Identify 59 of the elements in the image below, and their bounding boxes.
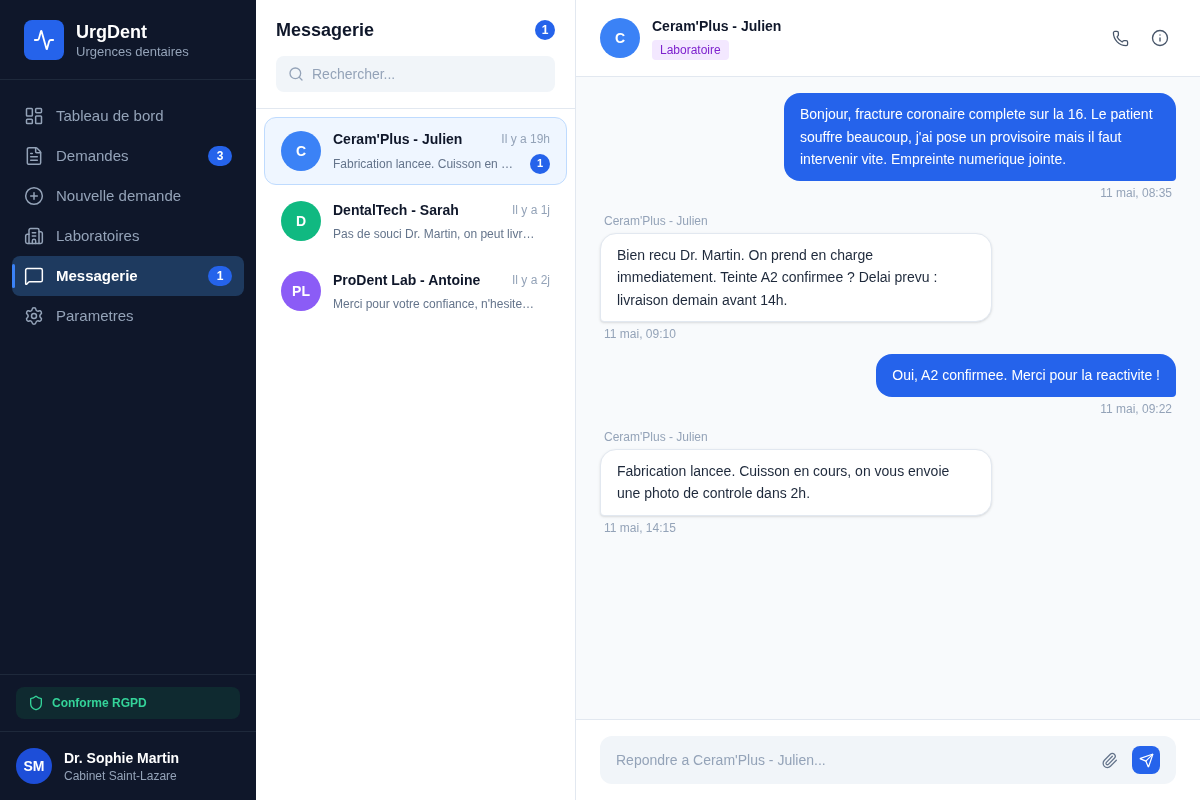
- received-message-bubble: Bien recu Dr. Martin. On prend en charge immediatement. Teinte A2 confirmee ? Delai prevu : livraison demain avant 14h.: [600, 232, 992, 322]
- brand-tagline: Urgences dentaires: [76, 43, 189, 60]
- compliance-label: Conforme RGPD: [52, 695, 147, 712]
- panel-title: Messagerie: [276, 18, 375, 42]
- message-preview: Merci pour votre confiance, n'hesite…: [333, 295, 535, 313]
- user-practice: Cabinet Saint-Lazare: [64, 768, 178, 784]
- settings-icon: [24, 306, 44, 326]
- sent-message-bubble: Oui, A2 confirmee. Merci pour la reactivite !: [876, 354, 1176, 397]
- phone-icon: [1111, 29, 1129, 47]
- paperclip-icon: [1100, 751, 1118, 769]
- sender-name: Ceram'Plus - Julien: [603, 428, 709, 445]
- unread-badge: 1: [530, 153, 550, 174]
- nav-item[interactable]: Demandes 3: [12, 136, 244, 176]
- contact-name: ProDent Lab - Antoine: [333, 270, 481, 290]
- received-message-bubble: Fabrication lancee. Cuisson en cours, on vous envoie une photo de controle dans 2h.: [600, 448, 992, 516]
- chat-bubble-icon: [24, 266, 44, 286]
- document-icon: [24, 146, 44, 166]
- conversation-time: Il y a 19h: [501, 131, 550, 148]
- user-avatar: SM: [16, 748, 52, 784]
- user-name: Dr. Sophie Martin: [64, 749, 180, 768]
- conversation-time: Il y a 1j: [512, 202, 550, 219]
- nav-item[interactable]: Parametres: [12, 296, 244, 336]
- contact-avatar: PL: [281, 271, 321, 311]
- brand-name: UrgDent: [76, 20, 148, 44]
- pulse-logo-icon: [24, 19, 64, 60]
- shield-icon: [28, 695, 44, 711]
- contact-name: Ceram'Plus - Julien: [333, 129, 463, 149]
- contact-avatar: C: [600, 18, 640, 58]
- message-time: 11 mai, 08:35: [1099, 184, 1173, 201]
- plus-circle-icon: [24, 186, 44, 206]
- conversation-time: Il y a 2j: [512, 272, 550, 289]
- message-preview: Fabrication lancee. Cuisson en …: [333, 155, 514, 173]
- count-badge: 3: [208, 146, 232, 166]
- paper-plane-icon: [1138, 752, 1154, 768]
- nav-item[interactable]: Messagerie 1: [12, 256, 244, 296]
- sender-name: Ceram'Plus - Julien: [603, 212, 709, 229]
- contact-avatar: D: [281, 201, 321, 241]
- nav-item[interactable]: Tableau de bord: [12, 96, 244, 136]
- grid-icon: [24, 106, 44, 126]
- info-icon: [1151, 29, 1169, 47]
- message-time: 11 mai, 14:15: [603, 519, 677, 536]
- message-time: 11 mai, 09:10: [603, 326, 677, 342]
- nav-item[interactable]: Nouvelle demande: [12, 176, 244, 216]
- nav-item[interactable]: Laboratoires: [12, 216, 244, 256]
- contact-name: DentalTech - Sarah: [333, 200, 459, 220]
- conversation-item[interactable]: C Ceram'Plus - Julien Il y a 19h Fabrication lancee. Cuisson en … 1: [264, 117, 567, 185]
- search-icon: [288, 66, 304, 82]
- contact-name: Ceram'Plus - Julien: [652, 17, 782, 36]
- building-icon: [24, 226, 44, 246]
- message-time: 11 mai, 09:22: [1099, 400, 1173, 417]
- message-preview: Pas de souci Dr. Martin, on peut livr…: [333, 225, 535, 243]
- unread-badge: 1: [535, 20, 555, 40]
- contact-tag: Laboratoire: [652, 40, 729, 60]
- sent-message-bubble: Bonjour, fracture coronaire complete sur la 16. Le patient souffre beaucoup, j'ai pose un provisoire mais il faut intervenir vite. Empreinte numerique jointe.: [784, 93, 1176, 181]
- search-field[interactable]: Rechercher...: [276, 56, 555, 92]
- message-input[interactable]: Repondre a Ceram'Plus - Julien...: [600, 736, 1176, 784]
- contact-avatar: C: [281, 131, 321, 171]
- count-badge: 1: [208, 266, 232, 286]
- send-button[interactable]: [1132, 746, 1160, 774]
